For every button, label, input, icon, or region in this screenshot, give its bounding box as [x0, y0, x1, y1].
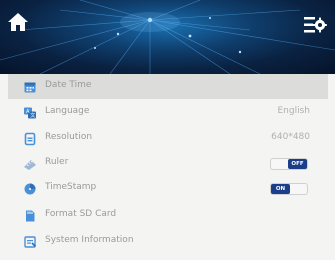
menu-item-label: Resolution [45, 132, 93, 142]
resolution-icon [24, 132, 36, 146]
language-value: English [277, 106, 311, 116]
menu-item-resolution[interactable]: Resolution 640*480 [8, 126, 328, 151]
ruler-icon [24, 160, 36, 170]
menu-item-format-sd-card[interactable]: Format SD Card [8, 203, 328, 228]
settings-gear-icon [304, 17, 327, 33]
menu-item-system-information[interactable]: System Information [8, 229, 328, 254]
menu-item-label: Ruler [45, 157, 69, 167]
system-info-icon [24, 236, 37, 248]
timestamp-toggle[interactable]: ON [270, 183, 308, 195]
device-screen: Date Time A 文 Language English Resolutio… [0, 0, 335, 260]
svg-text:文: 文 [30, 112, 35, 119]
header-bar [0, 0, 335, 74]
menu-item-ruler[interactable]: Ruler OFF [8, 151, 328, 176]
menu-item-label: System Information [45, 235, 134, 245]
menu-item-label: Format SD Card [45, 209, 117, 219]
menu-item-timestamp[interactable]: TimeStamp ON [8, 176, 328, 201]
tech-background-graphic [0, 0, 335, 74]
settings-button[interactable] [303, 13, 327, 37]
timestamp-icon [24, 183, 36, 195]
sd-card-icon [26, 210, 35, 222]
ruler-toggle[interactable]: OFF [270, 158, 308, 170]
language-icon: A 文 [24, 107, 36, 119]
home-icon [8, 13, 28, 31]
menu-item-label: Language [45, 106, 90, 116]
menu-item-label: Date Time [45, 80, 92, 90]
settings-menu: Date Time A 文 Language English Resolutio… [8, 74, 328, 260]
calendar-icon [24, 82, 36, 93]
resolution-value: 640*480 [271, 132, 310, 142]
menu-item-label: TimeStamp [45, 182, 97, 192]
home-button[interactable] [6, 10, 30, 34]
timestamp-toggle-state: ON [271, 184, 290, 194]
ruler-toggle-state: OFF [288, 159, 307, 169]
menu-item-language[interactable]: A 文 Language English [8, 100, 328, 125]
menu-item-date-time[interactable]: Date Time [8, 74, 328, 99]
